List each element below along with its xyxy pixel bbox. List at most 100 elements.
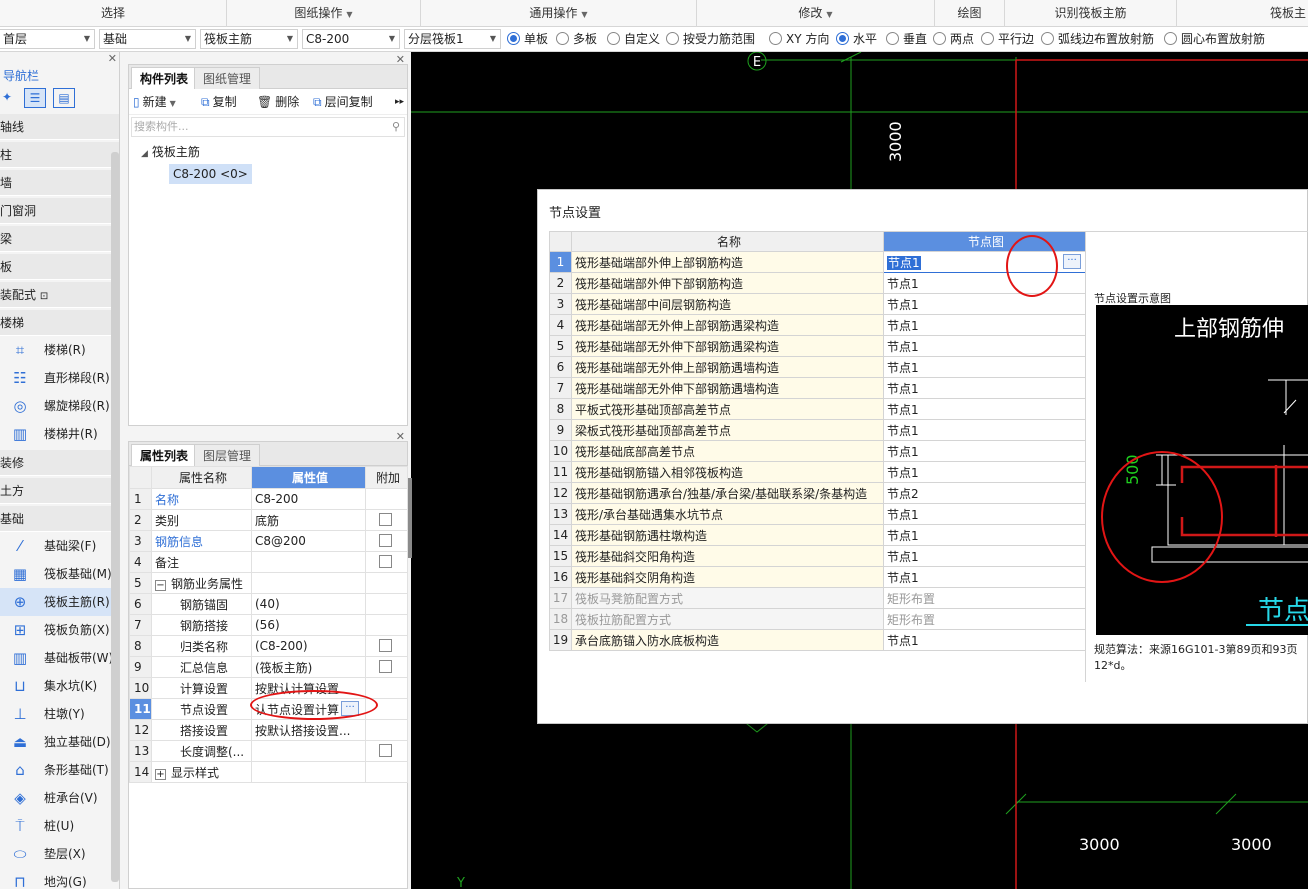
tab-property-list[interactable]: 属性列表 xyxy=(131,444,198,466)
delete-button[interactable]: 🗑 删除 xyxy=(257,93,299,111)
node-value[interactable]: 节点1 xyxy=(883,419,1086,441)
table-row[interactable]: 16 筏形基础斜交阴角构造 节点1 xyxy=(549,566,1086,588)
node-value[interactable]: 节点1 xyxy=(883,503,1086,525)
close-icon[interactable]: ✕ xyxy=(108,52,117,65)
attach-checkbox[interactable] xyxy=(379,534,392,547)
tab-drawing-management[interactable]: 图纸管理 xyxy=(194,67,261,89)
table-row[interactable]: 1 名称 C8-200 xyxy=(129,488,408,510)
radio-vertical[interactable]: 垂直 xyxy=(886,30,927,48)
radio-xy-direction[interactable]: XY 方向 xyxy=(769,30,829,48)
layer-select[interactable]: 分层筏板1 ▼ xyxy=(404,29,501,49)
property-value[interactable]: C8@200 xyxy=(251,530,366,552)
ribbon-group-raft[interactable]: 筏板主 xyxy=(1177,0,1308,27)
nav-item-isolated-footing[interactable]: ⏏ 独立基础(D) xyxy=(0,728,119,756)
ribbon-group-modify[interactable]: 修改 ▼ xyxy=(697,0,935,27)
table-row[interactable]: 7 钢筋搭接 (56) xyxy=(129,614,408,636)
table-row[interactable]: 5− 钢筋业务属性 xyxy=(129,572,408,594)
table-row[interactable]: 6 钢筋锚固 (40) xyxy=(129,593,408,615)
attach-checkbox[interactable] xyxy=(379,639,392,652)
radio-parallel-edge[interactable]: 平行边 xyxy=(981,30,1034,48)
node-value[interactable]: 节点1 xyxy=(883,545,1086,567)
property-value[interactable]: (40) xyxy=(251,593,366,615)
nav-item-sump[interactable]: ⊔ 集水坑(K) xyxy=(0,672,119,700)
radio-custom[interactable]: 自定义 xyxy=(607,30,660,48)
table-row[interactable]: 14 + 显示样式 xyxy=(129,761,408,783)
property-value[interactable] xyxy=(251,572,366,594)
table-row[interactable]: 5 筏形基础端部无外伸下部钢筋遇梁构造 节点1 xyxy=(549,335,1086,357)
table-row[interactable]: 9 汇总信息 (筏板主筋) xyxy=(129,656,408,678)
node-value[interactable]: 节点1 xyxy=(883,461,1086,483)
table-row[interactable]: 14 筏形基础钢筋遇柱墩构造 节点1 xyxy=(549,524,1086,546)
nav-scrollbar[interactable] xyxy=(111,152,119,882)
property-value[interactable]: (C8-200) xyxy=(251,635,366,657)
table-row[interactable]: 4 筏形基础端部无外伸上部钢筋遇梁构造 节点1 xyxy=(549,314,1086,336)
ribbon-group-select[interactable]: 选择 xyxy=(0,0,227,27)
table-row[interactable]: 2 筏形基础端部外伸下部钢筋构造 节点1 xyxy=(549,272,1086,294)
nav-item-strip-footing[interactable]: ⌂ 条形基础(T) xyxy=(0,756,119,784)
spec-select[interactable]: C8-200 ▼ xyxy=(302,29,400,49)
floor-copy-button[interactable]: ⧉ 层间复制 xyxy=(313,93,373,111)
new-button[interactable]: ▯ 新建 ▼ xyxy=(133,93,176,111)
node-value[interactable]: 节点1 xyxy=(883,440,1086,462)
ribbon-group-common-ops[interactable]: 通用操作 ▼ xyxy=(421,0,697,27)
property-value[interactable]: 按默认搭接设置... xyxy=(251,719,366,741)
attach-checkbox[interactable] xyxy=(379,660,392,673)
nav-item-raft-foundation[interactable]: ▦ 筏板基础(M) xyxy=(0,560,119,588)
node-value[interactable]: 节点1 xyxy=(883,524,1086,546)
property-value[interactable]: (56) xyxy=(251,614,366,636)
table-row[interactable]: 11 筏形基础钢筋锚入相邻筏板构造 节点1 xyxy=(549,461,1086,483)
node-value[interactable]: 节点1 xyxy=(883,314,1086,336)
table-row[interactable]: 12 筏形基础钢筋遇承台/独基/承台梁/基础联系梁/条基构造 节点2 xyxy=(549,482,1086,504)
ribbon-group-draw[interactable]: 绘图 xyxy=(935,0,1005,27)
table-row[interactable]: 3 钢筋信息 C8@200 xyxy=(129,530,408,552)
nav-item-pile-cap[interactable]: ◈ 桩承台(V) xyxy=(0,784,119,812)
nav-item-trench[interactable]: ⊓ 地沟(G) xyxy=(0,868,119,889)
nav-section-foundation[interactable]: 基础 xyxy=(0,506,119,532)
expand-icon[interactable]: + xyxy=(155,768,166,780)
tree-item-c8-200[interactable]: C8-200 <0> xyxy=(169,164,252,184)
table-row[interactable]: 13 筏形/承台基础遇集水坑节点 节点1 xyxy=(549,503,1086,525)
radio-single-board[interactable]: 单板 xyxy=(507,30,548,48)
nav-section-opening[interactable]: 门窗洞 xyxy=(0,198,119,224)
property-value[interactable]: 底筋 xyxy=(251,509,366,531)
property-value[interactable]: C8-200 xyxy=(251,488,366,510)
nav-section-earthwork[interactable]: 土方 xyxy=(0,478,119,504)
table-row[interactable]: 12 搭接设置 按默认搭接设置... xyxy=(129,719,408,741)
type-select[interactable]: 筏板主筋 ▼ xyxy=(200,29,298,49)
tree-root[interactable]: ◢ 筏板主筋 xyxy=(141,142,200,162)
nav-item-raft-main-rebar[interactable]: ⊕ 筏板主筋(R) xyxy=(0,588,119,616)
nav-item-stair[interactable]: ⌗ 楼梯(R) xyxy=(0,336,119,364)
attach-checkbox[interactable] xyxy=(379,555,392,568)
ribbon-group-identify[interactable]: 识别筏板主筋 xyxy=(1005,0,1177,27)
node-value[interactable]: 节点1 xyxy=(883,629,1086,651)
node-value[interactable]: 节点1 xyxy=(883,335,1086,357)
collapse-icon[interactable]: − xyxy=(155,579,166,591)
node-value[interactable]: 节点1 xyxy=(883,398,1086,420)
nav-item-straight-flight[interactable]: ☷ 直形梯段(R) xyxy=(0,364,119,392)
tab-component-list[interactable]: 构件列表 xyxy=(131,67,198,89)
nav-section-prefab[interactable]: 装配式 ⊡ xyxy=(0,282,119,308)
table-row[interactable]: 8 归类名称 (C8-200) xyxy=(129,635,408,657)
nav-item-foundation-beam[interactable]: ⁄ 基础梁(F) xyxy=(0,532,119,560)
table-row[interactable]: 18 筏板拉筋配置方式 矩形布置 xyxy=(549,608,1086,630)
table-row[interactable]: 4 备注 xyxy=(129,551,408,573)
radio-by-rebar-range[interactable]: 按受力筋范围 xyxy=(666,30,755,48)
node-value[interactable]: 节点1 xyxy=(883,566,1086,588)
node-value[interactable]: 矩形布置 xyxy=(883,608,1086,630)
nav-section-axis[interactable]: 轴线 xyxy=(0,114,119,140)
nav-section-column[interactable]: 柱 xyxy=(0,142,119,168)
table-row[interactable]: 17 筏板马凳筋配置方式 矩形布置 xyxy=(549,587,1086,609)
nav-item-foundation-strip[interactable]: ▥ 基础板带(W) xyxy=(0,644,119,672)
node-value[interactable]: 节点2 xyxy=(883,482,1086,504)
table-row[interactable]: 8 平板式筏形基础顶部高差节点 节点1 xyxy=(549,398,1086,420)
node-value[interactable]: 矩形布置 xyxy=(883,587,1086,609)
node-value[interactable]: 节点1 xyxy=(883,356,1086,378)
nav-section-wall[interactable]: 墙 xyxy=(0,170,119,196)
category-select[interactable]: 基础 ▼ xyxy=(99,29,196,49)
tab-layer-management[interactable]: 图层管理 xyxy=(194,444,261,466)
radio-horizontal[interactable]: 水平 xyxy=(836,30,877,48)
nav-item-spiral-flight[interactable]: ◎ 螺旋梯段(R) xyxy=(0,392,119,420)
table-row[interactable]: 7 筏形基础端部无外伸下部钢筋遇墙构造 节点1 xyxy=(549,377,1086,399)
property-value[interactable] xyxy=(251,740,366,762)
table-row[interactable]: 13 长度调整(... xyxy=(129,740,408,762)
